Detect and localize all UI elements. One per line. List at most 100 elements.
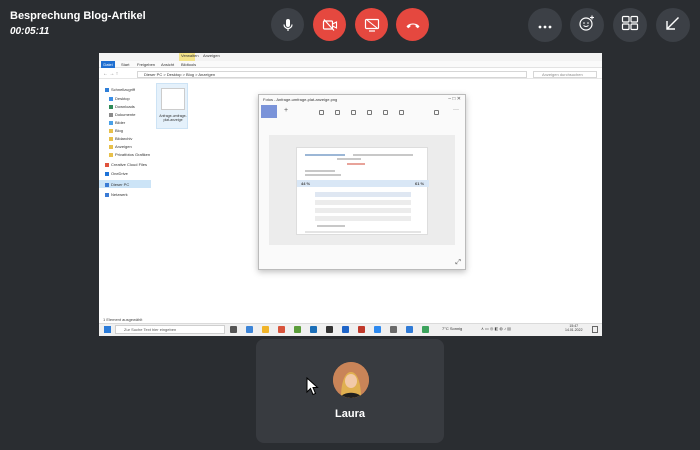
zoom-out-icon[interactable] bbox=[335, 110, 340, 115]
nav-item-anzeigen[interactable]: Anzeigen bbox=[109, 144, 132, 149]
crop-icon[interactable] bbox=[399, 110, 404, 115]
layout-button[interactable] bbox=[613, 8, 647, 42]
viewer-title: Fotos - Anfrage-umfrage-plat-anzeige.png bbox=[263, 97, 338, 102]
ribbon-tab-ansicht[interactable]: Ansicht bbox=[161, 62, 174, 68]
emoji-add-icon bbox=[578, 14, 596, 37]
preview-image: 44 % 61 % bbox=[296, 147, 429, 235]
more-options-button[interactable] bbox=[528, 8, 562, 42]
nav-item-desktop[interactable]: Desktop bbox=[109, 96, 130, 101]
preview-line bbox=[305, 174, 341, 176]
preview-line bbox=[337, 158, 361, 160]
notification-icon[interactable] bbox=[592, 326, 598, 333]
cloud-icon bbox=[105, 162, 109, 167]
nav-item-netzwerk[interactable]: Netzwerk bbox=[105, 192, 128, 197]
meeting-title: Besprechung Blog-Artikel bbox=[10, 10, 146, 22]
taskbar-app-icon[interactable] bbox=[342, 326, 349, 333]
nav-item-downloads[interactable]: Downloads bbox=[109, 104, 135, 109]
preview-percent-right: 61 % bbox=[415, 181, 425, 186]
favorite-icon[interactable] bbox=[367, 110, 372, 115]
preview-line bbox=[305, 154, 345, 156]
screen-share-icon bbox=[364, 18, 380, 32]
explorer-search-input[interactable]: Anzeigen durchsuchen bbox=[533, 71, 597, 78]
more-icon[interactable]: ··· bbox=[453, 107, 459, 113]
meeting-timer: 00:05:11 bbox=[10, 26, 50, 37]
ribbon-tab-start[interactable]: Start bbox=[121, 62, 129, 68]
file-thumbnail[interactable]: Anfrage-umfrage-plat-anzeige bbox=[156, 83, 188, 129]
minimize-arrow-icon bbox=[665, 15, 681, 36]
microphone-button[interactable] bbox=[271, 8, 304, 41]
taskbar-app-icon[interactable] bbox=[278, 326, 285, 333]
explorer-status: 1 Element ausgewählt bbox=[103, 317, 143, 322]
edit-icon[interactable] bbox=[434, 110, 439, 115]
photo-viewer-window: Fotos - Anfrage-umfrage-plat-anzeige.png… bbox=[258, 94, 466, 270]
tray-icons[interactable]: ∧ ▭ ◎ ◧ ◍ ♪ ▤ bbox=[481, 326, 511, 331]
folder-app-icon[interactable] bbox=[262, 326, 269, 333]
participant-name: Laura bbox=[335, 408, 365, 420]
taskbar-clock[interactable]: 15:47 14.01.2022 bbox=[565, 324, 583, 332]
preview-option-bar bbox=[315, 216, 411, 221]
preview-option-bar bbox=[315, 200, 411, 205]
thumbnail-label: Anfrage-umfrage-plat-anzeige bbox=[159, 114, 187, 122]
nav-item-bilder[interactable]: Bilder bbox=[109, 120, 125, 125]
nav-item-bildarchiv[interactable]: Bildarchiv bbox=[109, 136, 132, 141]
rotate-icon[interactable] bbox=[383, 110, 388, 115]
preview-option-bar bbox=[315, 208, 411, 213]
ribbon-tab-bildtools[interactable]: Bildtools bbox=[181, 62, 196, 68]
nav-item-onedrive[interactable]: OneDrive bbox=[105, 171, 128, 176]
grid-layout-icon bbox=[621, 15, 639, 36]
delete-icon[interactable] bbox=[351, 110, 356, 115]
taskbar-app-icon[interactable] bbox=[358, 326, 365, 333]
preview-line bbox=[353, 154, 413, 156]
taskbar-app-icon[interactable] bbox=[406, 326, 413, 333]
ribbon-context-anzeigen[interactable]: Anzeigen bbox=[203, 53, 220, 59]
viewer-home-button[interactable] bbox=[261, 105, 277, 118]
hang-up-icon bbox=[405, 20, 421, 30]
add-icon[interactable]: + bbox=[284, 107, 288, 114]
preview-option-bar bbox=[315, 192, 411, 197]
nav-arrows-icon[interactable]: ← → ↑ bbox=[103, 71, 118, 77]
camera-toggle-button[interactable] bbox=[313, 8, 346, 41]
cloud-icon bbox=[105, 171, 109, 176]
ribbon-tab-freigeben[interactable]: Freigeben bbox=[137, 62, 155, 68]
taskbar-weather[interactable]: 7°C Sonnig bbox=[442, 326, 462, 331]
taskbar-app-icon[interactable] bbox=[246, 326, 253, 333]
nav-item-dokumente[interactable]: Dokumente bbox=[109, 112, 135, 117]
mouse-cursor-icon bbox=[306, 376, 319, 401]
microphone-icon bbox=[281, 18, 295, 32]
task-view-icon[interactable] bbox=[230, 326, 237, 333]
hang-up-button[interactable] bbox=[396, 8, 429, 41]
taskbar-app-icon[interactable] bbox=[374, 326, 381, 333]
download-icon bbox=[109, 104, 113, 109]
explorer-titlebar bbox=[99, 53, 602, 61]
zoom-in-icon[interactable] bbox=[319, 110, 324, 115]
windows-start-icon[interactable] bbox=[104, 326, 111, 333]
nav-item-privatfotos[interactable]: Privatfotos Grafiken bbox=[109, 152, 150, 157]
shared-screen: Verwalten Anzeigen Datei Start Freigeben… bbox=[99, 53, 602, 336]
reactions-button[interactable] bbox=[570, 8, 604, 42]
network-icon bbox=[105, 192, 109, 197]
fullscreen-icon[interactable]: ⤢ bbox=[455, 259, 461, 267]
preview-line bbox=[305, 231, 421, 233]
clock-date: 14.01.2022 bbox=[565, 328, 583, 332]
taskbar-search-input[interactable]: Zur Suche Text hier eingeben bbox=[115, 325, 225, 334]
folder-icon bbox=[109, 96, 113, 101]
nav-item-creative-cloud[interactable]: Creative Cloud Files bbox=[105, 162, 147, 167]
taskbar-app-icon[interactable] bbox=[326, 326, 333, 333]
ribbon-context-verwalten[interactable]: Verwalten bbox=[181, 53, 199, 59]
taskbar-app-icon[interactable] bbox=[294, 326, 301, 333]
nav-item-blog[interactable]: Blog bbox=[109, 128, 123, 133]
screen-share-button[interactable] bbox=[355, 8, 388, 41]
address-bar[interactable]: Dieser PC > Desktop > Blog > Anzeigen bbox=[137, 71, 527, 78]
nav-item-schnellzugriff[interactable]: Schnellzugriff bbox=[105, 87, 135, 92]
window-controls-icon[interactable]: – □ ✕ bbox=[448, 96, 461, 102]
nav-item-dieser-pc[interactable]: Dieser PC bbox=[105, 182, 129, 187]
ribbon-tab-datei[interactable]: Datei bbox=[101, 61, 115, 68]
minimize-button[interactable] bbox=[656, 8, 690, 42]
taskbar-app-icon[interactable] bbox=[390, 326, 397, 333]
folder-icon bbox=[109, 152, 113, 157]
folder-icon bbox=[109, 136, 113, 141]
taskbar-app-icon[interactable] bbox=[422, 326, 429, 333]
preview-line bbox=[305, 170, 335, 172]
taskbar-app-icon[interactable] bbox=[310, 326, 317, 333]
preview-line bbox=[317, 225, 345, 227]
